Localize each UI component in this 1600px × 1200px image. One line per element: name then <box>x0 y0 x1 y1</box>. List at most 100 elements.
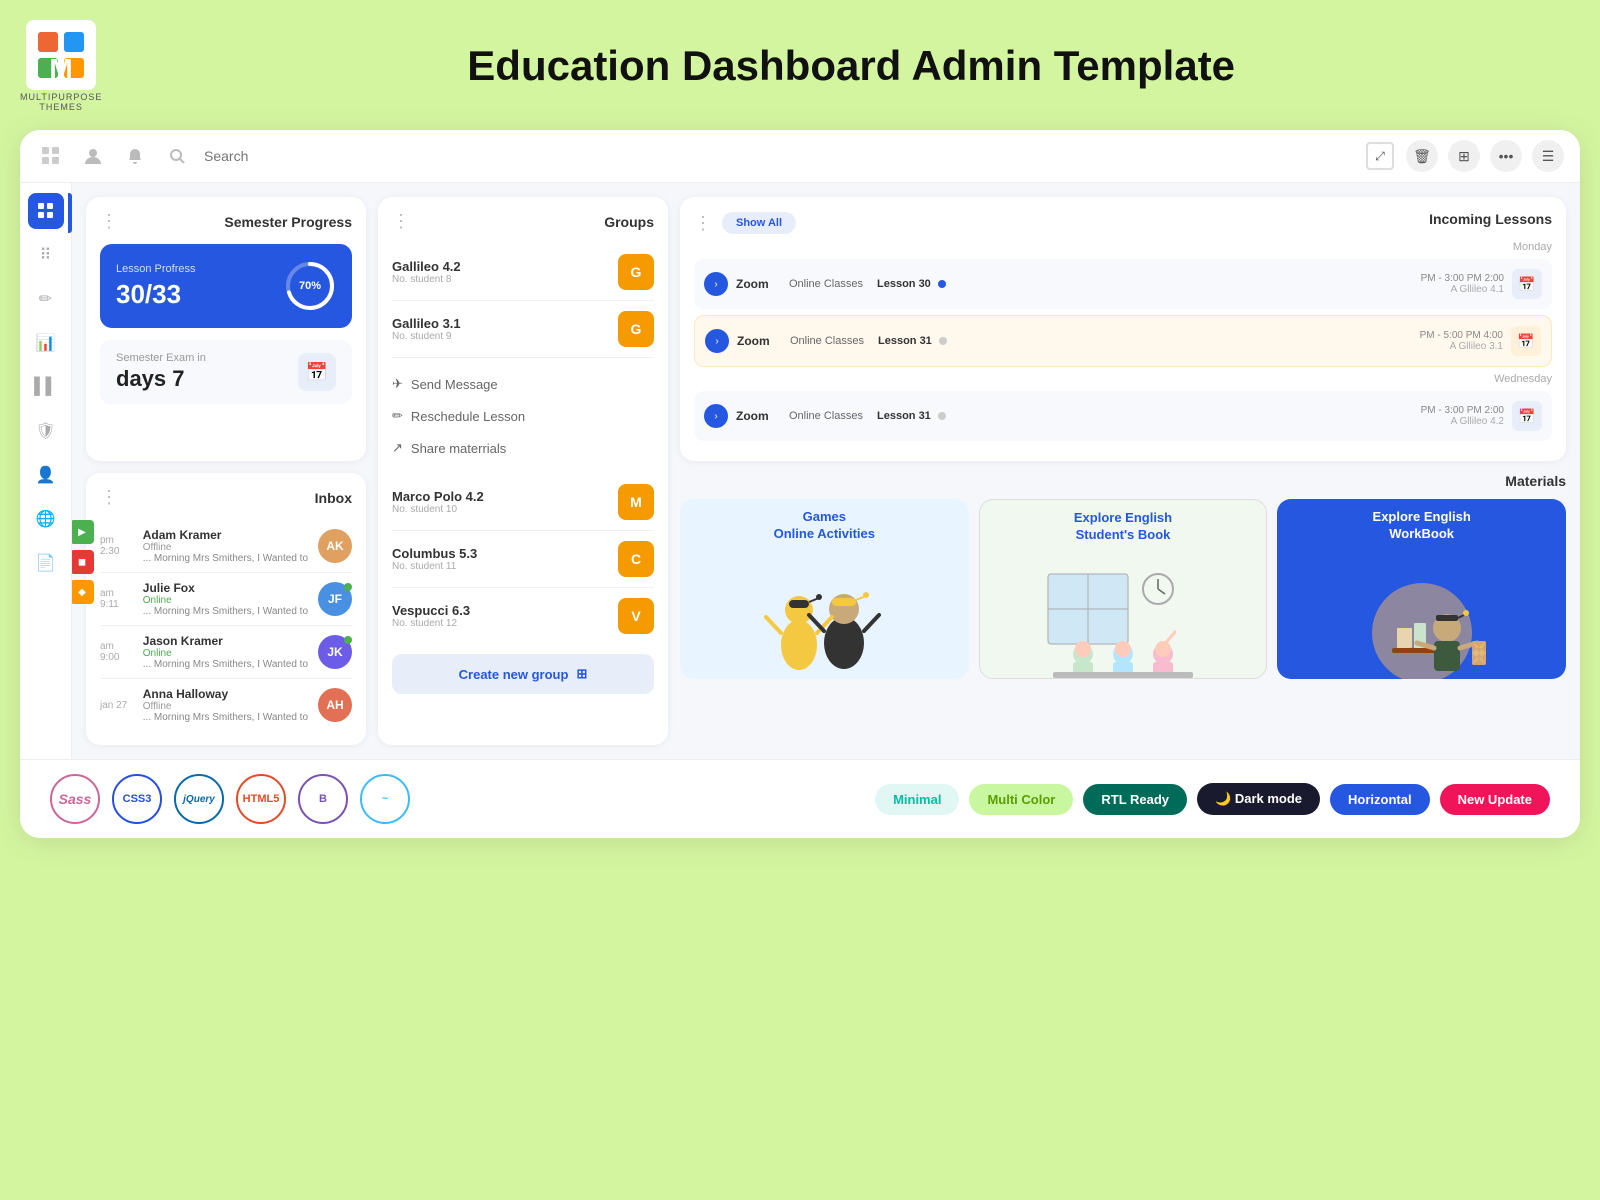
lesson-dot-1 <box>939 337 947 345</box>
filter-icon[interactable]: ⊞ <box>1448 140 1480 172</box>
group-icon-2: M <box>618 484 654 520</box>
lesson-type-0: Online Classes <box>789 278 869 290</box>
cal-btn-0[interactable]: 📅 <box>1512 269 1542 299</box>
send-icon: ✈ <box>392 376 403 392</box>
bell-nav-icon[interactable] <box>120 141 150 171</box>
lesson-time-1: PM - 5:00 PM 4:00 <box>1413 330 1503 341</box>
inbox-item-2[interactable]: am 9:00 Jason Kramer Online ... Morning … <box>100 626 352 679</box>
sidebar-icon-apps[interactable]: ⠿ <box>28 237 64 273</box>
badge-horizontal[interactable]: Horizontal <box>1330 784 1430 815</box>
inbox-title: Inbox <box>315 490 352 506</box>
online-dot-2 <box>344 636 352 644</box>
inbox-content: ▶ ◼ ◆ pm 2:30 Adam Kramer Offline ... Mo… <box>100 520 352 731</box>
search-input[interactable] <box>204 148 404 164</box>
inbox-meta-3: Anna Halloway Offline ... Morning Mrs Sm… <box>143 687 308 723</box>
sidebar-icon-chart[interactable]: 📊 <box>28 325 64 361</box>
create-group-button[interactable]: Create new group ⊞ <box>392 654 654 694</box>
left-tab-1[interactable]: ◼ <box>72 550 94 574</box>
user-nav-icon[interactable] <box>78 141 108 171</box>
lesson-num-2: Lesson 31 <box>877 410 1406 422</box>
zoom-label-1: Zoom <box>737 334 782 348</box>
group-item-1[interactable]: Gallileo 3.1 No. student 9 G <box>392 301 654 358</box>
online-dot-1 <box>344 583 352 591</box>
progress-pct: 70% <box>299 280 321 292</box>
sidebar-icon-bar[interactable]: ▌▌ <box>28 369 64 405</box>
group-students-3: No. student 11 <box>392 561 618 572</box>
inbox-status-2: Online <box>143 648 308 659</box>
groups-dots-menu[interactable]: ⋮ <box>392 211 410 232</box>
sidebar-icon-edit[interactable]: ✏ <box>28 281 64 317</box>
badge-new-update[interactable]: New Update <box>1440 784 1550 815</box>
sidebar-wrapper: ⠿ ✏ 📊 ▌▌ 🛡 👤 🌐 📄 <box>20 183 72 759</box>
exam-box: Semester Exam in days 7 📅 <box>100 340 352 404</box>
semester-dots-menu[interactable]: ⋮ <box>100 211 118 232</box>
inbox-status-1: Online <box>143 595 308 606</box>
semester-card-header: ⋮ Semester Progress <box>100 211 352 232</box>
lesson-time-0: PM - 3:00 PM 2:00 <box>1414 273 1504 284</box>
share-action[interactable]: ↗ Share materrials <box>392 432 654 464</box>
send-message-action[interactable]: ✈ Send Message <box>392 368 654 400</box>
chevron-btn-1[interactable]: › <box>705 329 729 353</box>
group-name-4: Vespucci 6.3 <box>392 603 618 618</box>
incoming-header: ⋮ Show All Incoming Lessons <box>694 211 1552 235</box>
lesson-time-info-2: PM - 3:00 PM 2:00 A Gllileo 4.2 <box>1414 405 1504 427</box>
group-info-4: Vespucci 6.3 No. student 12 <box>392 603 618 629</box>
reschedule-action[interactable]: ✏ Reschedule Lesson <box>392 400 654 432</box>
chevron-btn-0[interactable]: › <box>704 272 728 296</box>
badge-rtl[interactable]: RTL Ready <box>1083 784 1187 815</box>
inbox-item-1[interactable]: am 9:11 Julie Fox Online ... Morning Mrs… <box>100 573 352 626</box>
groups-card-header: ⋮ Groups <box>392 211 654 232</box>
trash-icon[interactable]: 🗑 <box>1406 140 1438 172</box>
material-students-book[interactable]: Explore EnglishStudent's Book <box>979 499 1268 679</box>
day-monday: Monday <box>694 241 1552 253</box>
sidebar-icon-grid[interactable] <box>28 193 64 229</box>
games-label: GamesOnline Activities <box>680 499 969 553</box>
show-all-button[interactable]: Show All <box>722 212 796 234</box>
inbox-dots-menu[interactable]: ⋮ <box>100 487 118 508</box>
material-workbook[interactable]: Explore EnglishWorkBook <box>1277 499 1566 679</box>
lessons-dots-menu[interactable]: ⋮ <box>694 213 712 234</box>
dots-icon[interactable]: ••• <box>1490 140 1522 172</box>
inbox-item-0[interactable]: pm 2:30 Adam Kramer Offline ... Morning … <box>100 520 352 573</box>
left-tab-0[interactable]: ▶ <box>72 520 94 544</box>
group-icon-3: C <box>618 541 654 577</box>
inbox-name-1: Julie Fox <box>143 581 308 595</box>
logo-area: M MULTIPURPOSETHEMES <box>20 20 102 112</box>
search-nav-icon[interactable] <box>162 141 192 171</box>
lesson-row-1[interactable]: › Zoom Online Classes Lesson 31 PM - 5:0… <box>694 315 1552 367</box>
sidebar-icon-paper[interactable]: 📄 <box>28 545 64 581</box>
expand-icon[interactable]: ⤢ <box>1366 142 1394 170</box>
group-students-1: No. student 9 <box>392 331 618 342</box>
semester-title: Semester Progress <box>224 214 352 230</box>
menu-icon[interactable]: ☰ <box>1532 140 1564 172</box>
groups-card: ⋮ Groups Gallileo 4.2 No. student 8 G Ga… <box>378 197 668 745</box>
grid-nav-icon[interactable] <box>36 141 66 171</box>
inbox-preview-1: ... Morning Mrs Smithers, I Wanted to <box>143 606 308 617</box>
lesson-time-info-0: PM - 3:00 PM 2:00 A Gllileo 4.1 <box>1414 273 1504 295</box>
cal-btn-2[interactable]: 📅 <box>1512 401 1542 431</box>
sidebar-icon-globe[interactable]: 🌐 <box>28 501 64 537</box>
group-item-0[interactable]: Gallileo 4.2 No. student 8 G <box>392 244 654 301</box>
incoming-left: ⋮ Show All <box>694 212 796 234</box>
group-item-3[interactable]: Columbus 5.3 No. student 11 C <box>392 531 654 588</box>
svg-text:M: M <box>50 53 73 80</box>
left-tab-2[interactable]: ◆ <box>72 580 94 604</box>
group-name-0: Gallileo 4.2 <box>392 259 618 274</box>
cal-btn-1[interactable]: 📅 <box>1511 326 1541 356</box>
sidebar-icon-shield[interactable]: 🛡 <box>28 413 64 449</box>
badge-minimal[interactable]: Minimal <box>875 784 959 815</box>
badge-multi[interactable]: Multi Color <box>969 784 1073 815</box>
group-item-2[interactable]: Marco Polo 4.2 No. student 10 M <box>392 474 654 531</box>
sidebar-icon-user[interactable]: 👤 <box>28 457 64 493</box>
lesson-row-2[interactable]: › Zoom Online Classes Lesson 31 PM - 3:0… <box>694 391 1552 441</box>
inbox-item-3[interactable]: jan 27 Anna Halloway Offline ... Morning… <box>100 679 352 731</box>
material-games[interactable]: GamesOnline Activities <box>680 499 969 679</box>
lesson-type-1: Online Classes <box>790 335 870 347</box>
inbox-avatar-3: AH <box>318 688 352 722</box>
badge-dark[interactable]: 🌙 Dark mode <box>1197 783 1320 815</box>
chevron-btn-2[interactable]: › <box>704 404 728 428</box>
dashboard-body: ⠿ ✏ 📊 ▌▌ 🛡 👤 🌐 📄 ⋮ Semester Progress <box>20 183 1580 759</box>
group-item-4[interactable]: Vespucci 6.3 No. student 12 V <box>392 588 654 644</box>
page-header: M MULTIPURPOSETHEMES Education Dashboard… <box>20 20 1580 112</box>
lesson-row-0[interactable]: › Zoom Online Classes Lesson 30 PM - 3:0… <box>694 259 1552 309</box>
